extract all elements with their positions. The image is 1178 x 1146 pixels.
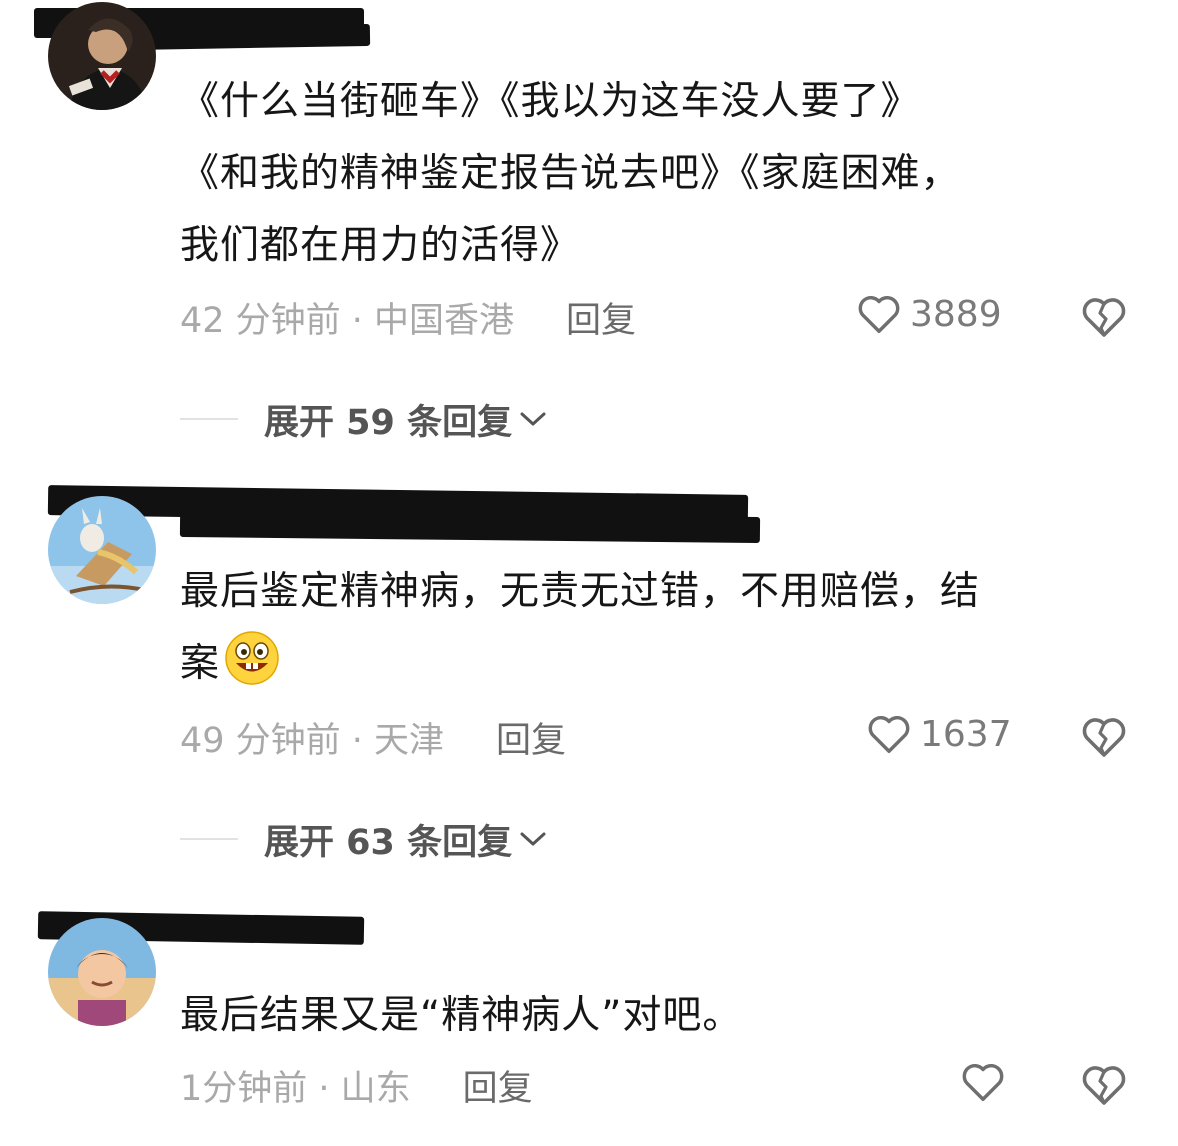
expand-replies-button[interactable]: 展开 63 条回复 [180,814,548,864]
reply-button[interactable]: 回复 [566,292,636,343]
like-count: 1637 [920,713,1012,755]
expand-replies-label: 展开 59 条回复 [264,402,513,443]
dislike-button[interactable] [1080,294,1128,344]
broken-heart-icon [1082,1066,1126,1105]
comment-text-line: 《和我的精神鉴定报告说去吧》《家庭困难， [180,151,961,196]
like-button[interactable]: 1637 [866,712,1012,756]
reply-button[interactable]: 回复 [463,1060,533,1111]
comment-meta: 1分钟前 · 山东 回复 [180,1060,533,1110]
comment-meta: 49 分钟前 · 天津 回复 [180,712,566,762]
time-location: 42 分钟前 · 中国香港 [180,300,515,341]
heart-outline-icon [858,296,900,333]
reply-button[interactable]: 回复 [496,712,566,763]
time-location: 49 分钟前 · 天津 [180,720,445,761]
chevron-down-icon [520,412,546,426]
like-button[interactable]: 3889 [856,292,1002,336]
avatar[interactable] [48,496,156,604]
comment-text-line: 案 [180,628,1110,710]
expand-replies-label: 展开 63 条回复 [264,822,513,863]
broken-heart-icon [1082,718,1126,757]
like-count: 3889 [910,293,1002,335]
expand-replies-button[interactable]: 展开 59 条回复 [180,394,548,444]
comment-text-line: 最后鉴定精神病，无责无过错，不用赔偿，结 [180,569,981,614]
heart-outline-icon [962,1064,1004,1101]
comment-meta: 42 分钟前 · 中国香港 回复 [180,292,636,342]
like-button[interactable] [960,1060,1014,1104]
avatar[interactable] [48,918,156,1026]
grinning-emoji-icon [224,630,280,710]
comment-text-line: 最后结果又是“精神病人”对吧。 [180,993,743,1038]
comment-text: 最后结果又是“精神病人”对吧。 [180,980,1110,1052]
broken-heart-icon [1082,298,1126,337]
dislike-button[interactable] [1080,714,1128,764]
comment-text-line: 我们都在用力的活得》 [180,223,581,268]
time-location: 1分钟前 · 山东 [180,1068,411,1109]
heart-outline-icon [868,716,910,753]
redacted-username [129,23,371,51]
chevron-down-icon [520,832,546,846]
divider-line [180,838,238,840]
comment-text: 《什么当街砸车》《我以为这车没人要了》 《和我的精神鉴定报告说去吧》《家庭困难，… [180,66,1110,282]
comment-text: 最后鉴定精神病，无责无过错，不用赔偿，结 案 [180,556,1110,710]
redacted-username [179,510,761,544]
comment-text-line: 《什么当街砸车》《我以为这车没人要了》 [180,79,921,124]
divider-line [180,418,238,420]
dislike-button[interactable] [1080,1062,1128,1112]
avatar[interactable] [48,2,156,110]
